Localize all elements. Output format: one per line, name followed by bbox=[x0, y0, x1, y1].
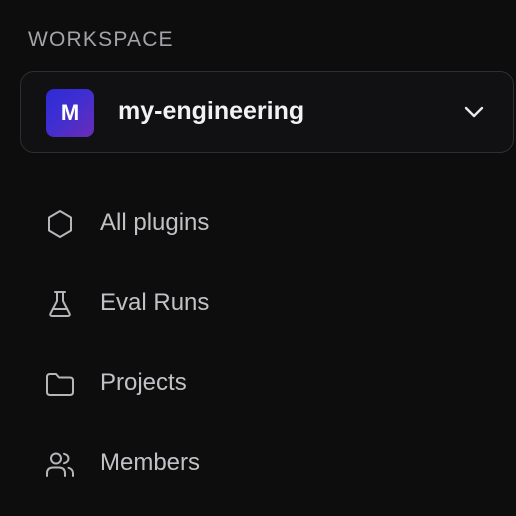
nav-item-label: Members bbox=[100, 449, 201, 476]
nav-item-members[interactable]: Members bbox=[20, 432, 514, 492]
workspace-selector[interactable]: M my-engineering bbox=[20, 71, 514, 153]
nav-item-label: All plugins bbox=[100, 209, 210, 236]
nav-item-projects[interactable]: Projects bbox=[20, 352, 514, 412]
chevron-down-icon[interactable] bbox=[462, 100, 486, 124]
nav-item-label: Projects bbox=[100, 369, 187, 396]
folder-icon bbox=[44, 368, 76, 400]
workspace-avatar: M bbox=[46, 89, 94, 137]
sidebar: WORKSPACE M my-engineering All plugins E… bbox=[0, 0, 516, 516]
nav-item-eval-runs[interactable]: Eval Runs bbox=[20, 272, 514, 332]
nav-item-label: Eval Runs bbox=[100, 289, 210, 316]
nav-item-all-plugins[interactable]: All plugins bbox=[20, 192, 514, 252]
flask-icon bbox=[44, 288, 76, 320]
hexagon-icon bbox=[44, 208, 76, 240]
section-label-workspace: WORKSPACE bbox=[28, 28, 174, 51]
workspace-name: my-engineering bbox=[118, 97, 305, 125]
users-icon bbox=[44, 448, 76, 480]
